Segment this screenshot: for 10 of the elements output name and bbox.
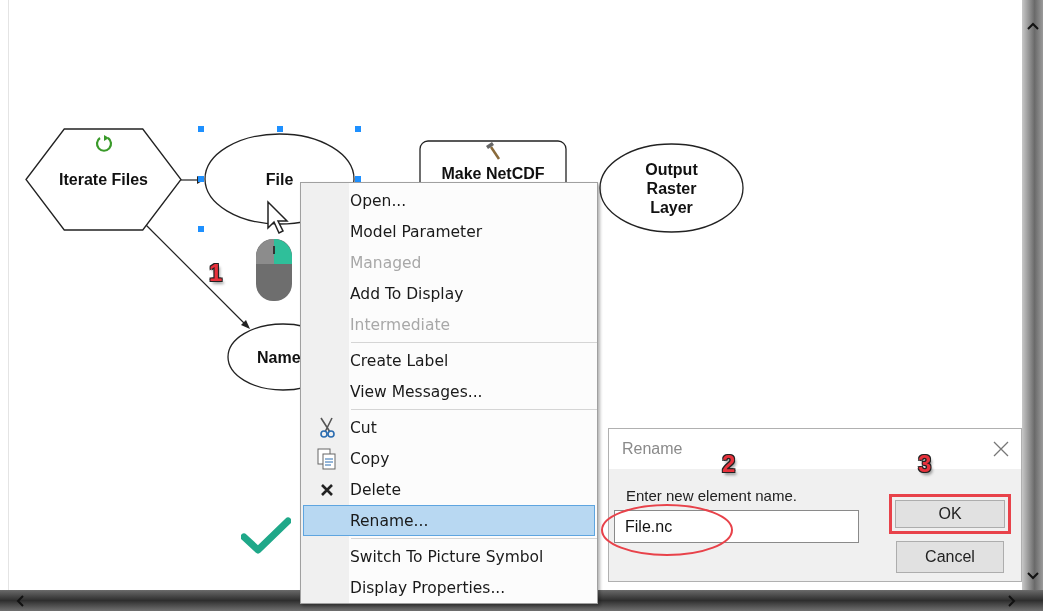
node-label: Name <box>257 347 301 367</box>
step-number: 1 <box>209 259 223 287</box>
step-number: 2 <box>722 450 736 478</box>
step-number: 3 <box>918 450 932 478</box>
dialog-title: Rename <box>622 440 683 458</box>
node-label: File <box>265 169 294 189</box>
node-label: Iterate Files <box>59 170 148 189</box>
node-label: Output Raster Layer <box>644 159 699 217</box>
prompt-text: Enter new element name. <box>625 487 798 504</box>
node-label: Make NetCDF <box>441 164 545 183</box>
